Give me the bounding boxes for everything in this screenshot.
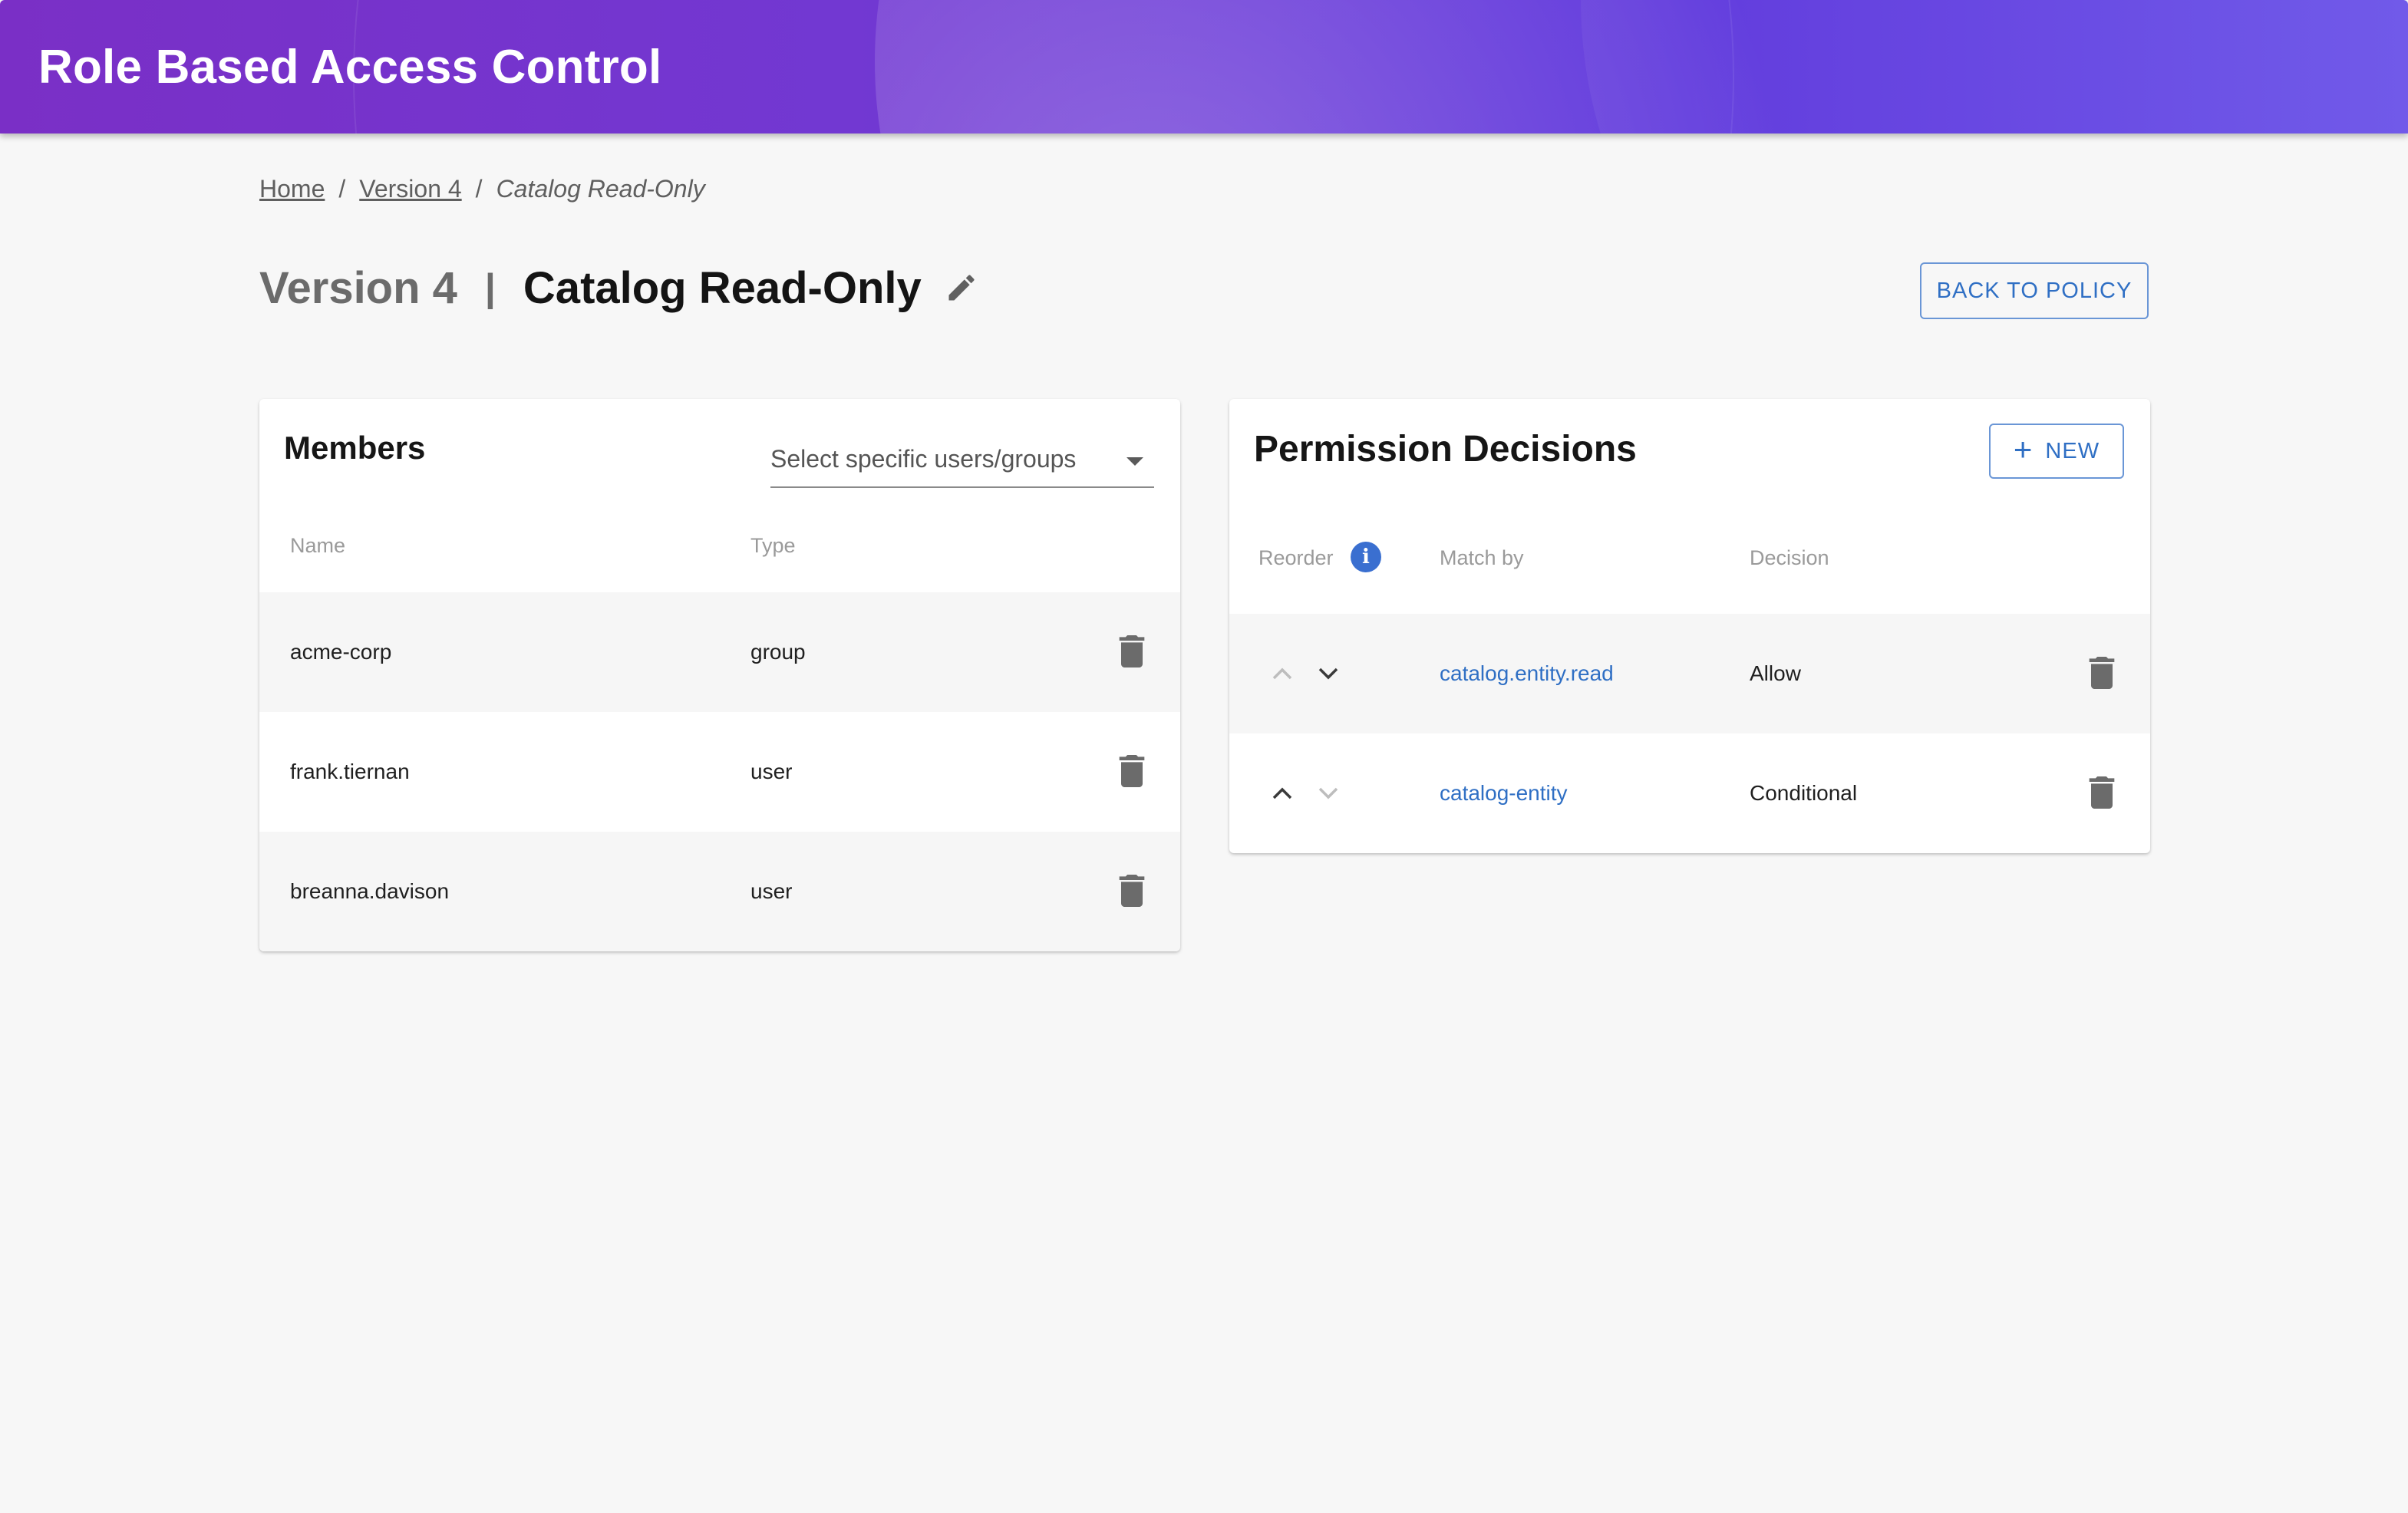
table-row: breanna.davison user (259, 832, 1180, 951)
decision-value: Conditional (1750, 781, 1858, 805)
delete-trash-icon[interactable] (2089, 657, 2115, 689)
delete-trash-icon[interactable] (1119, 635, 1145, 668)
header-decoration (1581, 0, 2408, 134)
column-header-type: Type (750, 534, 796, 557)
app-title: Role Based Access Control (38, 41, 662, 94)
dropdown-caret-icon (1126, 457, 1143, 466)
move-down-chevron-icon (1317, 786, 1340, 801)
column-header-name: Name (290, 534, 346, 557)
permission-decisions-title: Permission Decisions (1254, 429, 1637, 470)
delete-trash-icon[interactable] (2089, 776, 2115, 809)
table-row: frank.tiernan user (259, 712, 1180, 832)
member-name: frank.tiernan (290, 760, 410, 783)
member-type: user (750, 879, 793, 903)
page-title-role: Catalog Read-Only (523, 262, 922, 313)
info-icon[interactable]: i (1351, 542, 1381, 572)
member-select-dropdown[interactable]: Select specific users/groups (770, 430, 1154, 488)
table-row: acme-corp group (259, 592, 1180, 712)
permission-decisions-card: Permission Decisions + NEW Reorder i Mat… (1229, 399, 2150, 853)
member-select-placeholder: Select specific users/groups (770, 445, 1077, 473)
table-row: catalog-entity Conditional (1229, 733, 2150, 853)
member-name: breanna.davison (290, 879, 450, 903)
breadcrumb-home-link[interactable]: Home (259, 175, 325, 203)
app-header: Role Based Access Control (0, 0, 2408, 134)
delete-trash-icon[interactable] (1119, 875, 1145, 907)
members-card: Members Select specific users/groups Nam… (259, 399, 1180, 951)
member-type: group (750, 640, 806, 664)
move-down-chevron-icon[interactable] (1317, 666, 1340, 681)
plus-icon: + (2013, 431, 2034, 467)
match-by-link[interactable]: catalog-entity (1440, 781, 1568, 806)
column-header-reorder: Reorder (1258, 546, 1334, 569)
breadcrumb-current: Catalog Read-Only (496, 175, 705, 203)
members-title: Members (284, 430, 426, 466)
column-header-decision: Decision (1750, 546, 1829, 569)
breadcrumb-separator: / (475, 175, 483, 203)
new-permission-button[interactable]: + NEW (1989, 424, 2124, 479)
member-type: user (750, 760, 793, 783)
member-name: acme-corp (290, 640, 392, 664)
table-row: catalog.entity.read Allow (1229, 614, 2150, 733)
page-title: Version 4 | Catalog Read-Only (259, 261, 978, 315)
delete-trash-icon[interactable] (1119, 755, 1145, 787)
new-button-label: NEW (2045, 438, 2100, 463)
decision-value: Allow (1750, 661, 1801, 685)
move-up-chevron-icon[interactable] (1271, 786, 1294, 801)
page-title-divider: | (484, 266, 496, 309)
breadcrumb-separator: / (338, 175, 346, 203)
page-title-version: Version 4 (259, 262, 457, 313)
column-header-match-by: Match by (1440, 546, 1524, 569)
match-by-link[interactable]: catalog.entity.read (1440, 661, 1614, 686)
back-to-policy-button[interactable]: BACK TO POLICY (1920, 262, 2149, 319)
breadcrumb: Home / Version 4 / Catalog Read-Only (259, 175, 705, 203)
move-up-chevron-icon (1271, 666, 1294, 681)
edit-pencil-icon[interactable] (945, 271, 978, 305)
breadcrumb-version-link[interactable]: Version 4 (359, 175, 461, 203)
